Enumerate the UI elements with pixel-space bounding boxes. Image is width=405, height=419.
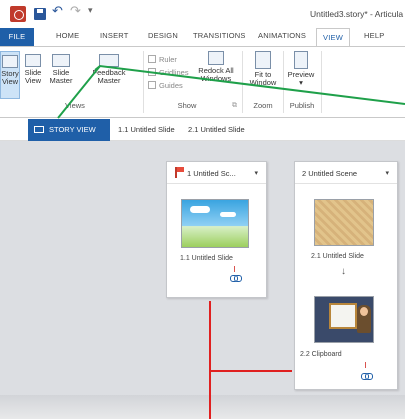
annotation-line (57, 64, 405, 119)
canvas-overlay-lines (57, 64, 405, 419)
